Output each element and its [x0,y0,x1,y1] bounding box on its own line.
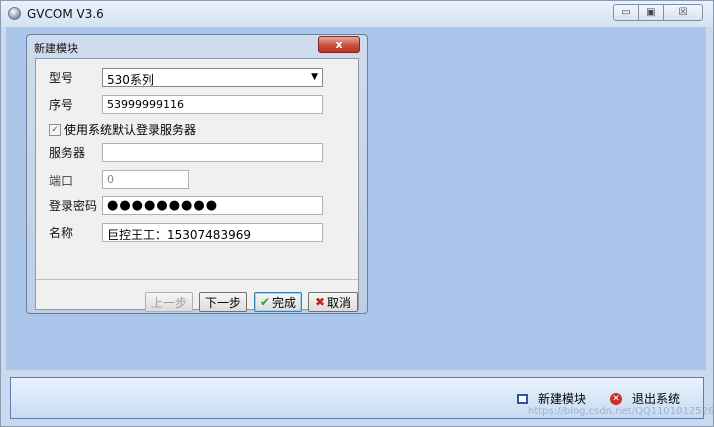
serial-label: 序号 [49,98,74,112]
checkbox-checked-icon[interactable]: ✓ [49,123,61,136]
prev-button[interactable]: 上一步 [145,292,193,312]
password-input[interactable]: ●●●●●●●●● [102,196,323,215]
port-input[interactable]: 0 [102,170,189,189]
cancel-button-label: 取消 [327,295,352,310]
minimize-button[interactable]: ▭ [613,4,639,21]
new-module-icon [517,393,528,404]
server-input[interactable] [102,143,323,162]
window-title: GVCOM V3.6 [27,7,104,21]
new-module-dialog: 新建模块 x 型号 530系列 ▼ 序号 53999999116 ✓ 使用系统默… [26,34,368,314]
use-default-server-label: 使用系统默认登录服务器 [64,123,197,137]
port-label: 端口 [49,174,74,188]
title-bar: GVCOM V3.6 ▭ ▣ ☒ [1,1,713,27]
finish-button-label: 完成 [272,295,297,310]
model-select[interactable]: 530系列 ▼ [102,68,323,87]
window-controls: ▭ ▣ ☒ [613,4,703,22]
model-select-value: 530系列 [107,73,154,87]
new-module-label: 新建模块 [538,392,587,406]
watermark: https://blog.csdn.net/QQ1101012526 [528,406,714,417]
dialog-body: 型号 530系列 ▼ 序号 53999999116 ✓ 使用系统默认登录服务器 … [35,58,359,310]
close-button[interactable]: ☒ [663,4,703,21]
check-icon: ✔ [259,295,271,309]
next-button[interactable]: 下一步 [199,292,247,312]
cancel-button[interactable]: ✖ 取消 [308,292,358,312]
serial-input[interactable]: 53999999116 [102,95,323,114]
dialog-title: 新建模块 [34,42,78,55]
dialog-close-button[interactable]: x [318,36,360,53]
name-label: 名称 [49,226,74,240]
x-icon: ✖ [314,295,326,309]
exit-system-button[interactable]: ✕ 退出系统 [610,390,680,407]
footer-divider [36,279,358,280]
exit-icon: ✕ [610,392,622,405]
new-module-button[interactable]: 新建模块 [517,390,586,407]
model-label: 型号 [49,71,74,85]
exit-system-label: 退出系统 [632,392,681,406]
use-default-server-checkbox-row[interactable]: ✓ 使用系统默认登录服务器 [49,121,196,138]
finish-button[interactable]: ✔ 完成 [254,292,302,312]
app-icon [8,7,21,20]
name-input[interactable]: 巨控王工：15307483969 [102,223,323,242]
server-label: 服务器 [49,146,86,160]
chevron-down-icon: ▼ [311,72,318,82]
restore-button[interactable]: ▣ [638,4,664,21]
password-label: 登录密码 [49,199,98,213]
